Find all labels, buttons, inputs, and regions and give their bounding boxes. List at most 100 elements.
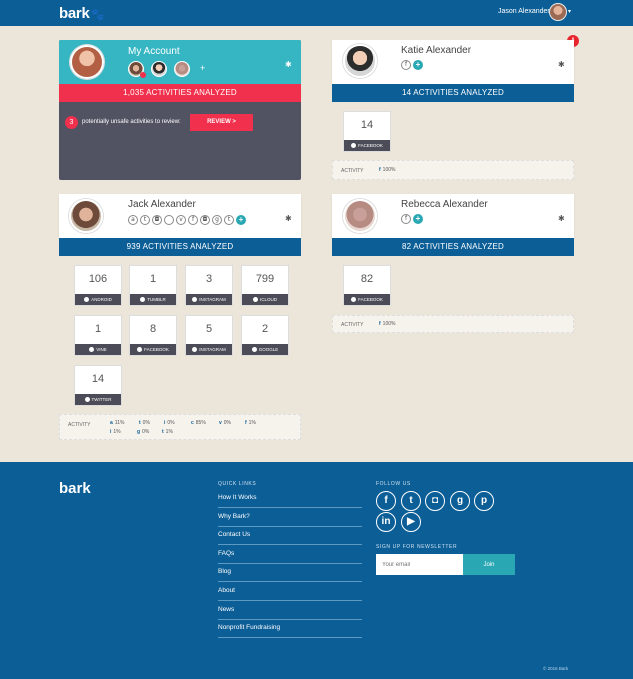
child-avatar-rebecca[interactable] xyxy=(174,61,190,77)
vine-icon[interactable]: v xyxy=(176,215,186,225)
stat-value: 106 xyxy=(88,273,108,285)
stat-tile[interactable]: 14 FACEBOOK xyxy=(343,111,391,152)
quick-links-heading: QUICK LINKS xyxy=(218,481,257,487)
chevron-down-icon[interactable]: ▾ xyxy=(568,8,571,15)
footer-link[interactable]: News xyxy=(218,602,362,620)
account-card-header: My Account + ✱ xyxy=(59,40,301,84)
footer-link[interactable]: How It Works xyxy=(218,490,362,508)
rebecca-network-icons: f + xyxy=(401,214,423,224)
alert-badge-icon xyxy=(140,72,146,78)
facebook-icon[interactable]: f xyxy=(188,215,198,225)
activity-label: ACTIVITY xyxy=(341,322,364,328)
activity-label: ACTIVITY xyxy=(68,422,91,428)
youtube-icon[interactable]: ▶ xyxy=(401,512,421,532)
twitter-icon[interactable]: t xyxy=(224,215,234,225)
stat-value: 3 xyxy=(205,273,213,285)
join-button[interactable]: Join xyxy=(463,554,515,575)
gear-icon[interactable]: ✱ xyxy=(285,60,292,69)
activity-item: v 0% xyxy=(219,420,232,426)
user-name[interactable]: Jason Alexander xyxy=(498,8,550,15)
stat-tile[interactable]: 1 VINE xyxy=(74,315,122,356)
add-network-icon[interactable]: + xyxy=(236,215,246,225)
stat-label: FACEBOOK xyxy=(344,294,390,305)
stat-tile[interactable]: 3 INSTAGRAM xyxy=(185,265,233,306)
instagram-icon[interactable]: ◘ xyxy=(200,215,210,225)
instagram-icon[interactable]: ◘ xyxy=(152,215,162,225)
footer-link[interactable]: Blog xyxy=(218,564,362,582)
footer-logo[interactable]: bark xyxy=(59,480,91,497)
rebecca-activities-bar: 82 ACTIVITIES ANALYZED xyxy=(332,238,574,256)
activity-item: a 11% xyxy=(110,420,125,426)
stat-label: ICLOUD xyxy=(242,294,288,305)
tumblr-icon[interactable]: t xyxy=(140,215,150,225)
unsafe-count-badge: 3 xyxy=(65,116,78,129)
add-network-icon[interactable]: + xyxy=(413,60,423,70)
rebecca-avatar[interactable] xyxy=(343,199,377,233)
jack-activities-bar: 939 ACTIVITIES ANALYZED xyxy=(59,238,301,256)
katie-avatar[interactable] xyxy=(343,44,377,78)
child-card-jack: Jack Alexander a t ◘ v f ◘ g t + ✱ xyxy=(59,194,301,238)
facebook-icon[interactable]: f xyxy=(376,491,396,511)
follow-heading: FOLLOW US xyxy=(376,481,411,487)
account-title: My Account xyxy=(128,46,180,57)
jack-avatar[interactable] xyxy=(69,199,103,233)
user-avatar[interactable] xyxy=(549,3,567,21)
stat-label: GOOGLE xyxy=(242,344,288,355)
child-avatar-katie[interactable] xyxy=(151,61,167,77)
stat-tile[interactable]: 14 TWITTER xyxy=(74,365,122,406)
stat-value: 2 xyxy=(261,323,269,335)
stat-tile[interactable]: 106 ANDROID xyxy=(74,265,122,306)
instagram-icon[interactable]: ◘ xyxy=(425,491,445,511)
google-icon[interactable]: g xyxy=(212,215,222,225)
stat-tile[interactable]: 2 GOOGLE xyxy=(241,315,289,356)
katie-activity-summary: ACTIVITY f 100% xyxy=(332,160,574,180)
jack-activity-summary: ACTIVITY a 11% t 0% i 0% c 85% v 0% f 1% i 1% g… xyxy=(59,414,301,440)
footer-link[interactable]: About xyxy=(218,583,362,601)
review-button[interactable]: REVIEW > xyxy=(190,114,253,131)
stat-tile[interactable]: 799 ICLOUD xyxy=(241,265,289,306)
stat-value: 799 xyxy=(255,273,275,285)
add-child-icon[interactable]: + xyxy=(200,63,205,73)
copyright: © 2016 Bark xyxy=(543,666,569,671)
stat-value: 1 xyxy=(94,323,102,335)
facebook-icon[interactable]: f xyxy=(401,214,411,224)
footer-link[interactable]: Why Bark? xyxy=(218,509,362,527)
stat-value: 8 xyxy=(149,323,157,335)
activity-item: t 1% xyxy=(162,429,173,435)
stat-label: TUMBLR xyxy=(130,294,176,305)
child-card-rebecca: Rebecca Alexander f + ✱ xyxy=(332,194,574,238)
child-name: Jack Alexander xyxy=(128,199,196,210)
footer-link[interactable]: Contact Us xyxy=(218,527,362,545)
stat-tile[interactable]: 5 INSTAGRAM xyxy=(185,315,233,356)
jack-network-icons: a t ◘ v f ◘ g t + xyxy=(128,215,246,225)
apple-icon[interactable] xyxy=(164,215,174,225)
pinterest-icon[interactable]: p xyxy=(474,491,494,511)
stat-tile[interactable]: 8 FACEBOOK xyxy=(129,315,177,356)
android-icon[interactable]: a xyxy=(128,215,138,225)
my-account-card: My Account + ✱ 1,035 ACTIVITIES ANALYZED… xyxy=(59,40,301,180)
footer-link[interactable]: Nonprofit Fundraising xyxy=(218,620,362,638)
footer-link[interactable]: FAQs xyxy=(218,546,362,564)
newsletter-email-input[interactable] xyxy=(376,554,463,575)
stat-label: TWITTER xyxy=(75,394,121,405)
rebecca-activity-summary: ACTIVITY f 100% xyxy=(332,315,574,333)
child-avatar-jack[interactable] xyxy=(128,61,146,78)
gear-icon[interactable]: ✱ xyxy=(558,214,565,223)
twitter-icon[interactable]: t xyxy=(401,491,421,511)
bark-logo[interactable]: bark🐾 xyxy=(59,5,104,22)
gear-icon[interactable]: ✱ xyxy=(285,214,292,223)
google-plus-icon[interactable]: g xyxy=(450,491,470,511)
unsafe-activities-text: potentially unsafe activities to review: xyxy=(82,119,181,125)
stat-label: INSTAGRAM xyxy=(186,344,232,355)
add-network-icon[interactable]: + xyxy=(413,214,423,224)
stat-tile[interactable]: 82 FACEBOOK xyxy=(343,265,391,306)
stat-value: 14 xyxy=(360,119,374,131)
gear-icon[interactable]: ✱ xyxy=(558,60,565,69)
facebook-icon[interactable]: f xyxy=(401,60,411,70)
linkedin-icon[interactable]: in xyxy=(376,512,396,532)
stat-value: 82 xyxy=(360,273,374,285)
account-avatar[interactable] xyxy=(70,45,104,79)
top-navigation-bar: bark🐾 Jason Alexander ▾ xyxy=(0,0,633,26)
activity-item: f 1% xyxy=(245,420,256,426)
stat-tile[interactable]: 1 TUMBLR xyxy=(129,265,177,306)
